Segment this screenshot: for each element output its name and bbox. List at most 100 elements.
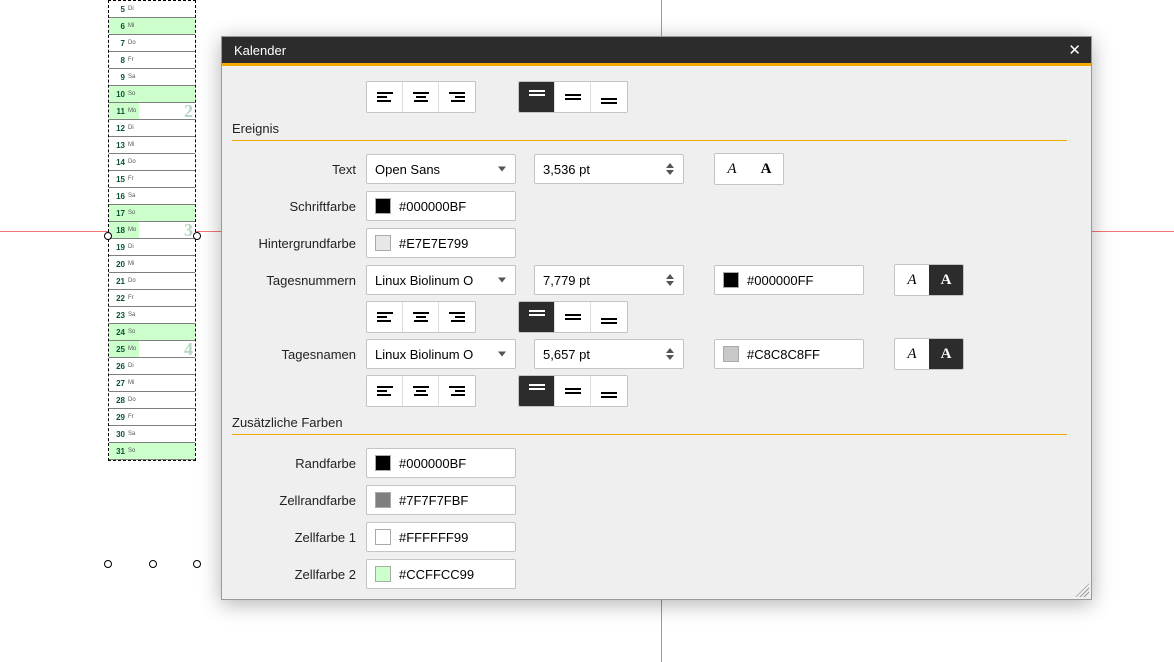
valign-top-button[interactable] [519, 82, 555, 112]
align-center-button[interactable] [403, 302, 439, 332]
calendar-day-row: 30Sa [109, 426, 195, 443]
calendar-day-row: 14Do [109, 154, 195, 171]
halign-group [366, 81, 476, 113]
valign-top-button[interactable] [519, 302, 555, 332]
calendar-day-row: 29Fr [109, 409, 195, 426]
align-right-button[interactable] [439, 82, 475, 112]
calendar-frame[interactable]: 5Di6Mi7Do8Fr9Sa10So11Mo212Di13Mi14Do15Fr… [108, 0, 196, 461]
label-text: Text [226, 162, 366, 177]
zellfarbe2-color[interactable]: #CCFFCC99 [366, 559, 516, 589]
dialog-titlebar[interactable]: Kalender ✕ [222, 37, 1091, 63]
randfarbe-color[interactable]: #000000BF [366, 448, 516, 478]
label-hintergrundfarbe: Hintergrundfarbe [226, 236, 366, 251]
calendar-day-row: 11Mo2 [109, 103, 195, 120]
color-swatch [723, 272, 739, 288]
section-ereignis: Ereignis [232, 121, 1073, 136]
text-font-combo[interactable]: Open Sans [366, 154, 516, 184]
valign-middle-button[interactable] [555, 376, 591, 406]
align-left-button[interactable] [367, 302, 403, 332]
spin-down-icon[interactable] [666, 170, 674, 175]
align-center-button[interactable] [403, 376, 439, 406]
calendar-day-row: 21Do [109, 273, 195, 290]
section-rule [232, 140, 1067, 141]
selection-handle[interactable] [149, 560, 157, 568]
label-randfarbe: Randfarbe [226, 456, 366, 471]
tn-size-spin[interactable]: 7,779 pt [534, 265, 684, 295]
spin-down-icon[interactable] [666, 281, 674, 286]
valign-group [518, 81, 628, 113]
calendar-day-row: 7Do [109, 35, 195, 52]
tn-color[interactable]: #000000FF [714, 265, 864, 295]
spin-up-icon[interactable] [666, 274, 674, 279]
label-zellfarbe2: Zellfarbe 2 [226, 567, 366, 582]
text-font-color[interactable]: #000000BF [366, 191, 516, 221]
align-left-button[interactable] [367, 376, 403, 406]
calendar-day-row: 18Mo3 [109, 222, 195, 239]
zellfarbe1-color[interactable]: #FFFFFF99 [366, 522, 516, 552]
selection-handle[interactable] [193, 232, 201, 240]
selection-handle[interactable] [104, 232, 112, 240]
calendar-day-row: 10So [109, 86, 195, 103]
selection-handle[interactable] [193, 560, 201, 568]
italic-button[interactable]: A [895, 339, 929, 369]
spin-up-icon[interactable] [666, 163, 674, 168]
valign-bottom-button[interactable] [591, 376, 627, 406]
calendar-day-row: 28Do [109, 392, 195, 409]
calendar-day-row: 23Sa [109, 307, 195, 324]
valign-bottom-button[interactable] [591, 302, 627, 332]
bold-button[interactable]: A [929, 265, 963, 295]
label-zellfarbe1: Zellfarbe 1 [226, 530, 366, 545]
valign-bottom-button[interactable] [591, 82, 627, 112]
section-rule [232, 434, 1067, 435]
calendar-day-row: 16Sa [109, 188, 195, 205]
calendar-day-row: 17So [109, 205, 195, 222]
calendar-day-row: 19Di [109, 239, 195, 256]
td-valign-group [518, 375, 628, 407]
label-zellrandfarbe: Zellrandfarbe [226, 493, 366, 508]
calendar-day-row: 26Di [109, 358, 195, 375]
align-center-button[interactable] [403, 82, 439, 112]
td-font-combo[interactable]: Linux Biolinum O [366, 339, 516, 369]
calendar-day-row: 22Fr [109, 290, 195, 307]
tn-font-combo[interactable]: Linux Biolinum O [366, 265, 516, 295]
color-swatch [375, 235, 391, 251]
italic-button[interactable]: A [715, 154, 749, 184]
tn-style-toggle: A A [894, 264, 964, 296]
zellrandfarbe-color[interactable]: #7F7F7FBF [366, 485, 516, 515]
calendar-day-row: 8Fr [109, 52, 195, 69]
td-size-spin[interactable]: 5,657 pt [534, 339, 684, 369]
label-schriftfarbe: Schriftfarbe [226, 199, 366, 214]
label-tagesnummern: Tagesnummern [226, 273, 366, 288]
spin-down-icon[interactable] [666, 355, 674, 360]
valign-top-button[interactable] [519, 376, 555, 406]
bold-button[interactable]: A [929, 339, 963, 369]
calendar-day-row: 31So [109, 443, 195, 460]
italic-button[interactable]: A [895, 265, 929, 295]
align-left-button[interactable] [367, 82, 403, 112]
resize-grip[interactable] [1075, 583, 1089, 597]
align-right-button[interactable] [439, 376, 475, 406]
color-swatch [375, 455, 391, 471]
spin-up-icon[interactable] [666, 348, 674, 353]
valign-middle-button[interactable] [555, 302, 591, 332]
align-right-button[interactable] [439, 302, 475, 332]
tn-halign-group [366, 301, 476, 333]
section-zusatz: Zusätzliche Farben [232, 415, 1073, 430]
bold-button[interactable]: A [749, 154, 783, 184]
td-style-toggle: A A [894, 338, 964, 370]
tn-valign-group [518, 301, 628, 333]
calendar-day-row: 6Mi [109, 18, 195, 35]
calendar-day-row: 15Fr [109, 171, 195, 188]
td-color[interactable]: #C8C8C8FF [714, 339, 864, 369]
text-size-spin[interactable]: 3,536 pt [534, 154, 684, 184]
selection-handle[interactable] [104, 560, 112, 568]
color-swatch [723, 346, 739, 362]
dialog-title: Kalender [234, 43, 286, 58]
color-swatch [375, 492, 391, 508]
color-swatch [375, 529, 391, 545]
dialog-body: Ereignis Text Open Sans 3,536 pt A A Sch… [222, 66, 1091, 599]
text-bg-color[interactable]: #E7E7E799 [366, 228, 516, 258]
color-swatch [375, 198, 391, 214]
close-icon[interactable]: ✕ [1068, 41, 1081, 59]
valign-middle-button[interactable] [555, 82, 591, 112]
